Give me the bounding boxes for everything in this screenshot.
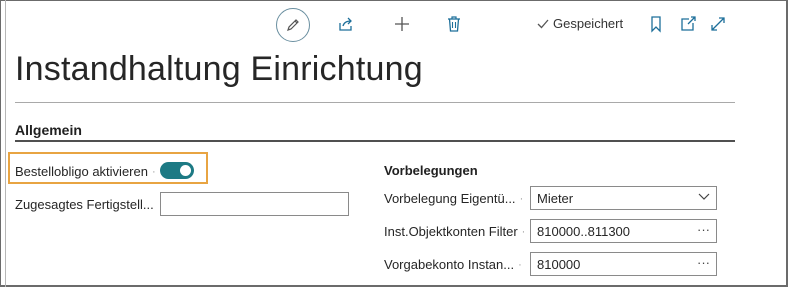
expand-icon <box>711 17 725 31</box>
objektkonten-value: 810000..811300 <box>537 224 631 239</box>
objektkonten-input[interactable]: 810000..811300 ··· <box>530 219 717 243</box>
open-new-window-button[interactable] <box>678 14 698 34</box>
pencil-icon <box>287 19 299 31</box>
bookmark-button[interactable] <box>646 14 666 34</box>
expand-button[interactable] <box>708 14 728 34</box>
page-title: Instandhaltung Einrichtung <box>15 50 423 88</box>
eigentuemer-value: Mieter <box>537 191 574 206</box>
objektkonten-label: Inst.Objektkonten Filter · <box>384 224 526 239</box>
toggle-knob <box>180 165 191 176</box>
section-title-allgemein[interactable]: Allgemein <box>15 122 82 138</box>
eigentuemer-select[interactable]: Mieter <box>530 186 717 210</box>
window-frame <box>0 0 788 287</box>
trash-icon <box>448 16 460 32</box>
vorgabekonto-input[interactable]: 810000 ··· <box>530 252 717 276</box>
fertigstellung-label: Zugesagtes Fertigstell... <box>15 197 154 212</box>
vorbelegungen-heading: Vorbelegungen <box>384 163 478 178</box>
fertigstellung-label-text: Zugesagtes Fertigstell... <box>15 197 154 212</box>
vorgabekonto-value: 810000 <box>537 257 581 272</box>
chevron-down-icon[interactable] <box>698 190 710 205</box>
vorgabekonto-label: Vorgabekonto Instan... · <box>384 257 523 272</box>
bestellobligo-label: Bestellobligo aktivieren · · <box>15 164 165 179</box>
share-icon <box>339 17 352 31</box>
eigentuemer-label-text: Vorbelegung Eigentü... <box>384 191 516 206</box>
label-dots: · <box>518 258 523 271</box>
label-dots: · <box>519 192 525 205</box>
title-divider <box>15 102 735 103</box>
share-button[interactable] <box>336 14 356 34</box>
delete-button[interactable] <box>444 14 464 34</box>
eigentuemer-label: Vorbelegung Eigentü... · <box>384 191 524 206</box>
objektkonten-label-text: Inst.Objektkonten Filter <box>384 224 518 239</box>
checkmark-icon <box>537 19 549 28</box>
fertigstellung-input[interactable] <box>160 192 349 216</box>
saved-label: Gespeichert <box>553 16 624 31</box>
more-options-icon[interactable]: ··· <box>697 255 710 270</box>
saved-status: Gespeichert <box>536 16 623 31</box>
bookmark-icon <box>651 16 661 33</box>
vorgabekonto-label-text: Vorgabekonto Instan... <box>384 257 515 272</box>
label-dots: · <box>521 225 527 238</box>
bestellobligo-label-text: Bestellobligo aktivieren <box>15 164 148 179</box>
plus-icon <box>395 17 409 31</box>
more-options-icon[interactable]: ··· <box>697 222 710 237</box>
new-button[interactable] <box>392 14 412 34</box>
open-in-new-window-icon <box>681 16 696 31</box>
bestellobligo-toggle[interactable] <box>160 162 194 179</box>
section-divider <box>15 140 735 142</box>
left-edge-divider <box>5 0 6 287</box>
edit-button[interactable] <box>276 8 310 42</box>
